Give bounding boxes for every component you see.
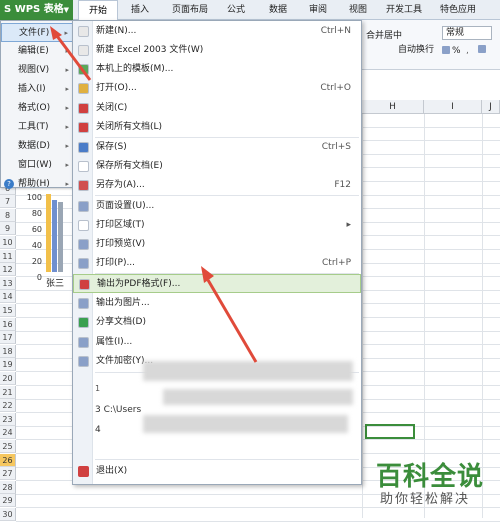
watermark-subtitle: 助你轻松解决 [380,492,471,507]
annotation-arrows [50,26,258,363]
red-arrow-line [206,279,258,363]
red-arrow-head [201,266,214,283]
red-arrow-line [55,35,92,81]
